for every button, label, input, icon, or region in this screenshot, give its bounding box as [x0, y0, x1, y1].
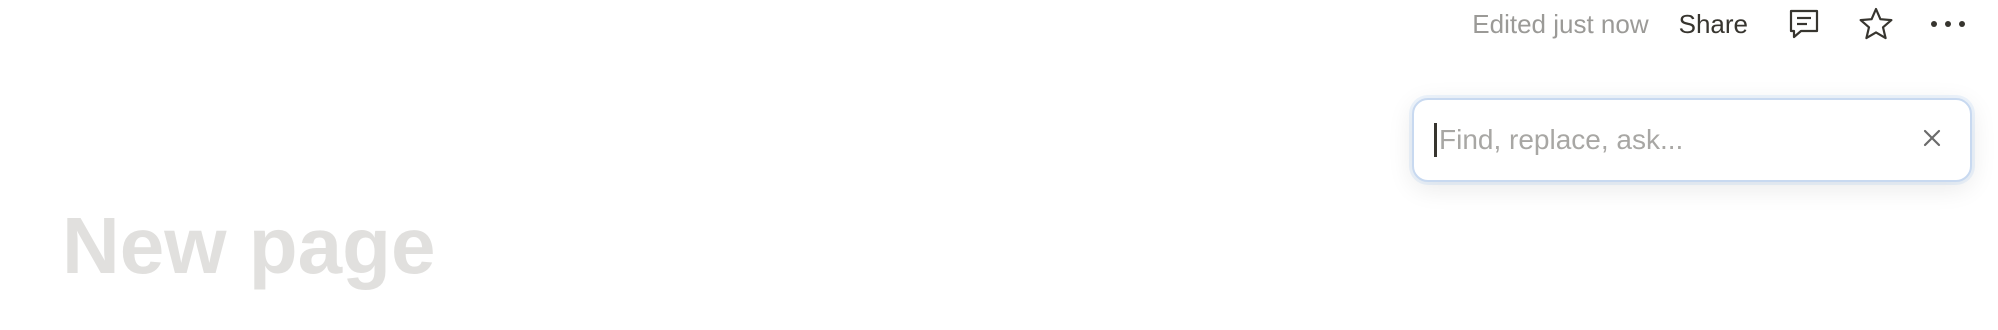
share-button[interactable]: Share [1669, 5, 1758, 44]
text-caret [1434, 123, 1437, 157]
find-popup [1412, 98, 1972, 182]
find-input[interactable] [1439, 124, 1912, 156]
more-button[interactable] [1924, 0, 1972, 48]
close-icon [1922, 128, 1942, 153]
more-horizontal-icon [1930, 19, 1966, 29]
comment-icon [1787, 7, 1821, 41]
star-icon [1858, 6, 1894, 42]
favorite-button[interactable] [1852, 0, 1900, 48]
topbar: Edited just now Share [1472, 0, 1998, 48]
page-title[interactable]: New page [62, 206, 435, 286]
edited-status: Edited just now [1472, 8, 1649, 39]
clear-find-button[interactable] [1912, 120, 1952, 160]
comments-button[interactable] [1780, 0, 1828, 48]
